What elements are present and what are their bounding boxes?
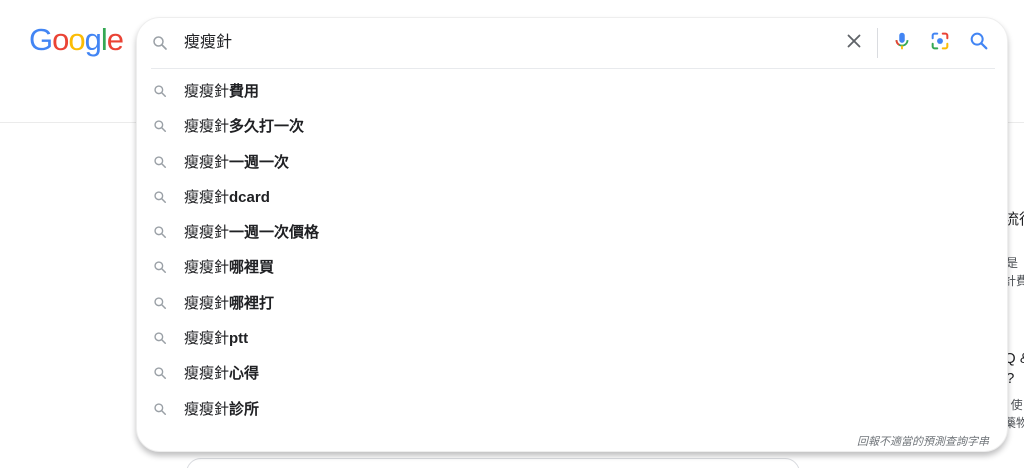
- search-icon: [153, 402, 167, 416]
- search-results-page: Google 流行 是 計費 Q & ? : 使 藥物 瘦瘦針: [0, 0, 1024, 468]
- search-icon: [151, 34, 169, 52]
- suggestion-text: 瘦瘦針一週一次價格: [184, 223, 319, 243]
- logo-letter: o: [52, 22, 69, 57]
- suggestion-prefix: 瘦瘦針: [184, 259, 230, 277]
- suggestion-item[interactable]: 瘦瘦針dcard: [137, 180, 1007, 215]
- close-icon: [843, 30, 865, 57]
- suggestion-prefix: 瘦瘦針: [184, 330, 230, 348]
- suggestion-item[interactable]: 瘦瘦針診所: [137, 392, 1007, 427]
- search-icon: [153, 119, 167, 133]
- suggestion-completion: ptt: [229, 330, 249, 348]
- suggestion-item[interactable]: 瘦瘦針哪裡買: [137, 250, 1007, 285]
- suggestion-item[interactable]: 瘦瘦針心得: [137, 356, 1007, 391]
- search-icon: [153, 296, 167, 310]
- suggestion-completion: 一週一次價格: [229, 224, 320, 242]
- suggestion-completion: 哪裡打: [229, 294, 275, 312]
- microphone-icon: [891, 30, 913, 57]
- suggestion-item[interactable]: 瘦瘦針一週一次價格: [137, 215, 1007, 250]
- suggestion-text: 瘦瘦針哪裡打: [184, 294, 274, 314]
- suggestion-completion: 診所: [229, 400, 260, 418]
- suggestion-completion: dcard: [229, 188, 270, 206]
- voice-search-button[interactable]: [889, 30, 915, 56]
- suggestion-item[interactable]: 瘦瘦針費用: [137, 74, 1007, 109]
- suggestion-prefix: 瘦瘦針: [184, 118, 230, 136]
- search-icon: [968, 30, 990, 57]
- suggestion-completion: 多久打一次: [229, 118, 305, 136]
- search-icon: [153, 225, 167, 239]
- suggestion-text: 瘦瘦針ptt: [184, 329, 248, 349]
- suggestion-item[interactable]: 瘦瘦針一週一次: [137, 145, 1007, 180]
- suggestion-list: 瘦瘦針費用 瘦瘦針多久打一次 瘦瘦針一週一次 瘦瘦針dcard 瘦瘦針一週一次價格 瘦瘦針…: [137, 74, 1007, 427]
- suggestion-text: 瘦瘦針診所: [184, 400, 259, 420]
- camera-lens-icon: [929, 30, 951, 57]
- suggestion-text: 瘦瘦針多久打一次: [184, 117, 304, 137]
- logo-letter: G: [29, 22, 53, 57]
- suggestion-prefix: 瘦瘦針: [184, 83, 230, 100]
- suggestion-prefix: 瘦瘦針: [184, 365, 230, 383]
- logo-letter: e: [106, 22, 124, 57]
- clear-search-button[interactable]: [841, 30, 867, 56]
- related-search-pill[interactable]: [186, 458, 800, 468]
- search-dropdown-divider: [151, 68, 995, 69]
- google-logo[interactable]: Google: [29, 22, 124, 58]
- suggestion-item[interactable]: 瘦瘦針哪裡打: [137, 286, 1007, 321]
- suggestion-completion: 費用: [229, 83, 260, 100]
- suggestion-prefix: 瘦瘦針: [184, 224, 230, 242]
- search-icon: [153, 331, 167, 345]
- suggestion-text: 瘦瘦針一週一次: [184, 153, 289, 173]
- search-icon: [153, 366, 167, 380]
- suggestion-completion: 哪裡買: [229, 259, 275, 277]
- search-input[interactable]: 瘦瘦針: [184, 32, 232, 54]
- search-autocomplete-box: 瘦瘦針 瘦瘦針費用 瘦瘦針多久打一次 瘦瘦針一週一次 瘦瘦針dcard 瘦瘦針一…: [136, 17, 1008, 452]
- search-by-image-button[interactable]: [927, 30, 953, 56]
- suggestion-item[interactable]: 瘦瘦針多久打一次: [137, 109, 1007, 144]
- logo-letter: g: [84, 22, 102, 57]
- suggestion-text: 瘦瘦針哪裡買: [184, 258, 274, 278]
- search-icon: [153, 84, 167, 98]
- suggestion-prefix: 瘦瘦針: [184, 294, 230, 312]
- search-icon: [153, 190, 167, 204]
- suggestion-prefix: 瘦瘦針: [184, 188, 230, 206]
- search-submit-button[interactable]: [966, 30, 992, 56]
- logo-letter: o: [68, 22, 85, 57]
- suggestion-text: 瘦瘦針費用: [184, 82, 259, 102]
- suggestion-text: 瘦瘦針心得: [184, 364, 259, 384]
- suggestion-item[interactable]: 瘦瘦針ptt: [137, 321, 1007, 356]
- search-bar: 瘦瘦針: [137, 18, 1007, 68]
- suggestion-completion: 一週一次: [229, 153, 290, 171]
- report-predictions-link[interactable]: 回報不適當的預測查詢字串: [857, 433, 989, 449]
- search-icon: [153, 155, 167, 169]
- search-icon: [153, 260, 167, 274]
- suggestion-completion: 心得: [229, 365, 260, 383]
- actions-divider: [877, 28, 878, 58]
- suggestion-prefix: 瘦瘦針: [184, 400, 230, 418]
- suggestion-text: 瘦瘦針dcard: [184, 188, 270, 208]
- suggestion-prefix: 瘦瘦針: [184, 153, 230, 171]
